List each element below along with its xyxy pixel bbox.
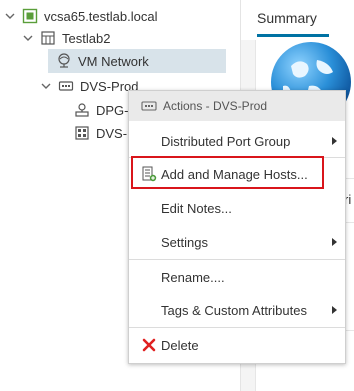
network-icon (56, 53, 72, 69)
menu-item-delete[interactable]: Delete (129, 330, 345, 360)
uplink-icon (74, 125, 90, 141)
menu-item-label: Rename.... (161, 269, 225, 285)
menu-item-label: Tags & Custom Attributes (161, 302, 307, 318)
menu-item-label: Add and Manage Hosts... (161, 166, 308, 182)
menu-item-label: Distributed Port Group (161, 133, 291, 149)
menu-item-label: Settings (161, 234, 208, 250)
tree-item-vm-network[interactable]: VM Network (48, 49, 226, 73)
context-menu-header: Actions - DVS-Prod (129, 91, 345, 121)
tree-item-vcenter[interactable]: vcsa65.testlab.local (4, 4, 157, 28)
menu-item-settings[interactable]: Settings (129, 227, 345, 257)
context-menu: Actions - DVS-Prod Distributed Port Grou… (128, 90, 346, 364)
submenu-arrow-icon (332, 238, 337, 246)
chevron-down-icon[interactable] (40, 80, 52, 92)
port-group-icon (74, 102, 90, 118)
chevron-down-icon[interactable] (4, 10, 16, 22)
submenu-arrow-icon (332, 137, 337, 145)
tree-label-uplink: DVS- (96, 125, 128, 141)
menu-item-edit-notes[interactable]: Edit Notes... (129, 193, 345, 223)
active-tab-indicator (257, 34, 329, 37)
menu-item-label: Edit Notes... (161, 200, 232, 216)
chevron-down-icon[interactable] (22, 32, 34, 44)
vcenter-icon (22, 8, 38, 24)
tab-strip: Summary (241, 0, 354, 40)
tree-label-vcenter: vcsa65.testlab.local (44, 8, 158, 24)
menu-item-rename[interactable]: Rename.... (129, 262, 345, 292)
tree-item-uplink[interactable]: DVS- (74, 121, 127, 145)
tree-item-dvs[interactable]: DVS-Prod (40, 74, 139, 98)
tree-item-datacenter[interactable]: Testlab2 (22, 26, 110, 50)
dvs-icon (58, 78, 74, 94)
tree-label-datacenter: Testlab2 (62, 30, 111, 46)
menu-item-label: Delete (161, 337, 199, 353)
dvs-icon (141, 100, 157, 112)
delete-icon (141, 337, 157, 353)
add-hosts-icon (141, 166, 157, 182)
menu-separator (129, 327, 345, 328)
menu-item-distributed-port-group[interactable]: Distributed Port Group (129, 126, 345, 156)
tree-label-vm-network: VM Network (78, 53, 149, 69)
context-menu-title: Actions - DVS-Prod (163, 99, 268, 113)
tree-label-dpg: DPG- (96, 102, 129, 118)
menu-separator (129, 259, 345, 260)
menu-item-add-manage-hosts[interactable]: Add and Manage Hosts... (129, 159, 345, 189)
datacenter-icon (40, 30, 56, 46)
menu-item-tags-custom-attributes[interactable]: Tags & Custom Attributes (129, 295, 345, 325)
menu-separator (129, 157, 345, 158)
tab-summary[interactable]: Summary (257, 4, 317, 32)
tree-item-dpg[interactable]: DPG- (74, 98, 129, 122)
submenu-arrow-icon (332, 306, 337, 314)
